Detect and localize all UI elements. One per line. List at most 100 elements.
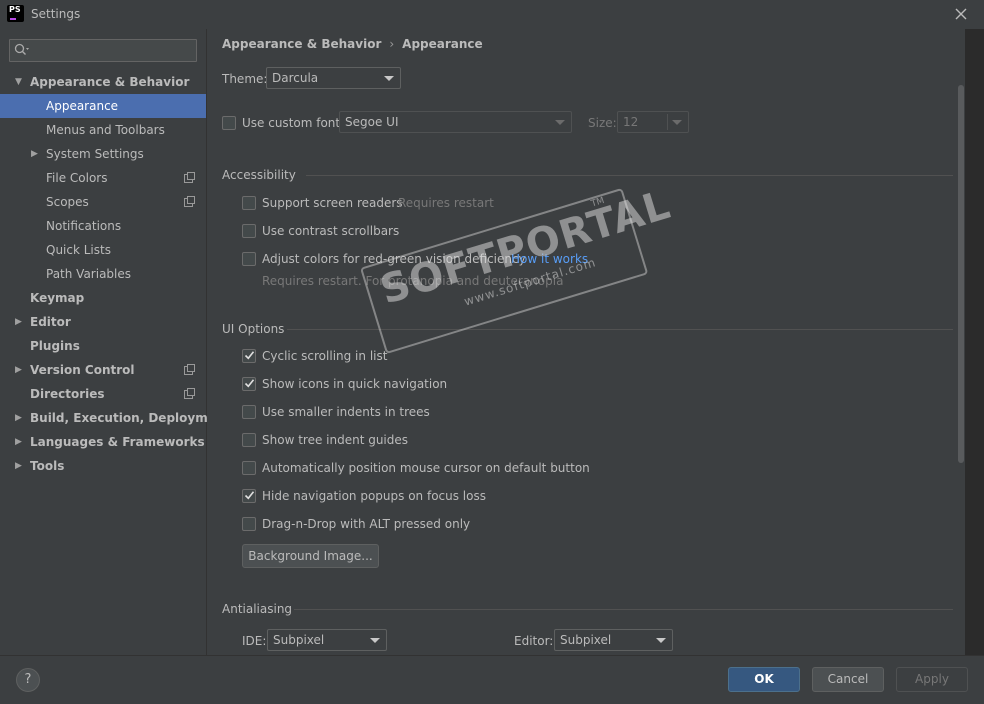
check-icon xyxy=(244,379,255,388)
chevron-down-icon xyxy=(384,76,394,81)
collapse-arrow-icon[interactable]: ▶ xyxy=(15,358,22,382)
sidebar-item[interactable]: File Colors xyxy=(0,166,206,190)
sidebar-item[interactable]: Appearance xyxy=(0,94,206,118)
sidebar-item[interactable]: ▶ Editor xyxy=(0,310,206,334)
check-icon xyxy=(244,491,255,500)
sidebar-item-label: Appearance xyxy=(46,99,119,113)
contrast-scrollbars-label[interactable]: Use contrast scrollbars xyxy=(262,224,399,238)
size-label: Size: xyxy=(588,116,617,130)
ui-option-checkbox[interactable] xyxy=(242,517,256,531)
sidebar-item-label: Scopes xyxy=(46,195,89,209)
sidebar-item[interactable]: ▼ Appearance & Behavior xyxy=(0,70,206,94)
ui-option-checkbox[interactable] xyxy=(242,489,256,503)
dialog-footer: ? OK Cancel Apply xyxy=(0,655,984,704)
collapse-arrow-icon[interactable]: ▶ xyxy=(15,406,22,430)
theme-dropdown[interactable]: Darcula xyxy=(266,67,401,89)
accessibility-section-title: Accessibility xyxy=(222,168,296,182)
sidebar-item[interactable]: Directories xyxy=(0,382,206,406)
project-scope-icon xyxy=(184,388,195,399)
ui-option-checkbox[interactable] xyxy=(242,377,256,391)
sidebar-item-label: Quick Lists xyxy=(46,243,111,257)
cancel-button[interactable]: Cancel xyxy=(812,667,884,692)
search-input[interactable] xyxy=(9,39,197,62)
ui-option-checkbox[interactable] xyxy=(242,405,256,419)
ui-option-checkbox[interactable] xyxy=(242,349,256,363)
window-title: Settings xyxy=(31,7,81,21)
sidebar-item[interactable]: Path Variables xyxy=(0,262,206,286)
project-scope-icon xyxy=(184,196,195,207)
search-icon xyxy=(14,43,30,60)
custom-font-label[interactable]: Use custom font: xyxy=(242,116,344,130)
check-icon xyxy=(244,351,255,360)
ui-option-label[interactable]: Cyclic scrolling in list xyxy=(262,349,387,363)
collapse-arrow-icon[interactable]: ▶ xyxy=(15,430,22,454)
sidebar-item-label: Directories xyxy=(30,387,105,401)
sidebar-item-label: Notifications xyxy=(46,219,122,233)
breadcrumb: Appearance & Behavior › Appearance xyxy=(222,37,483,51)
ui-option-checkbox[interactable] xyxy=(242,461,256,475)
how-it-works-link[interactable]: How it works xyxy=(511,252,588,266)
font-size-combo[interactable]: 12 xyxy=(617,111,689,133)
help-button[interactable]: ? xyxy=(16,668,40,692)
color-deficiency-label[interactable]: Adjust colors for red-green vision defic… xyxy=(262,252,526,266)
sidebar-item[interactable]: Notifications xyxy=(0,214,206,238)
ui-option-label[interactable]: Hide navigation popups on focus loss xyxy=(262,489,486,503)
editor-antialiasing-value: Subpixel xyxy=(560,633,612,647)
ui-option-checkbox[interactable] xyxy=(242,433,256,447)
project-scope-icon xyxy=(184,364,195,375)
sidebar-item[interactable]: ▶ Version Control xyxy=(0,358,206,382)
sidebar-item-label: Build, Execution, Deployment xyxy=(30,411,231,425)
sidebar-item[interactable]: ▶ Build, Execution, Deployment xyxy=(0,406,230,430)
sidebar-item[interactable]: Keymap xyxy=(0,286,206,310)
collapse-arrow-icon[interactable]: ▶ xyxy=(15,310,22,334)
sidebar-item[interactable]: Plugins xyxy=(0,334,206,358)
chevron-down-icon xyxy=(656,638,666,643)
ide-antialiasing-value: Subpixel xyxy=(273,633,325,647)
screen-readers-label[interactable]: Support screen readers xyxy=(262,196,403,210)
sidebar-item[interactable]: ▶ Tools xyxy=(0,454,206,478)
ui-option-label[interactable]: Show icons in quick navigation xyxy=(262,377,447,391)
ok-button[interactable]: OK xyxy=(728,667,800,692)
expand-arrow-icon[interactable]: ▼ xyxy=(15,70,22,94)
sidebar-item[interactable]: Menus and Toolbars xyxy=(0,118,206,142)
sidebar-item[interactable]: Scopes xyxy=(0,190,206,214)
sidebar-item[interactable]: ▶ System Settings xyxy=(0,142,206,166)
breadcrumb-current: Appearance xyxy=(402,37,483,51)
font-size-value: 12 xyxy=(623,115,639,129)
restart-note: Requires restart xyxy=(398,196,494,210)
screen-readers-checkbox[interactable] xyxy=(242,196,256,210)
sidebar-item-label: Path Variables xyxy=(46,267,132,281)
sidebar-item-label: Tools xyxy=(30,459,65,473)
font-dropdown[interactable]: Segoe UI xyxy=(339,111,572,133)
custom-font-checkbox[interactable] xyxy=(222,116,236,130)
font-value: Segoe UI xyxy=(345,115,399,129)
theme-value: Darcula xyxy=(272,71,319,85)
antialiasing-section-title: Antialiasing xyxy=(222,602,293,616)
sidebar-item[interactable]: Quick Lists xyxy=(0,238,206,262)
section-divider xyxy=(306,175,953,176)
appearance-panel: Appearance & Behavior › Appearance Theme: … xyxy=(207,29,965,655)
sidebar-item-label: Plugins xyxy=(30,339,80,353)
sidebar-item-label: Version Control xyxy=(30,363,135,377)
collapse-arrow-icon[interactable]: ▶ xyxy=(31,142,38,166)
vertical-scrollbar[interactable] xyxy=(958,85,964,463)
breadcrumb-parent: Appearance & Behavior xyxy=(222,37,382,51)
ui-option-label[interactable]: Use smaller indents in trees xyxy=(262,405,430,419)
sidebar-item-label: Editor xyxy=(30,315,71,329)
contrast-scrollbars-checkbox[interactable] xyxy=(242,224,256,238)
collapse-arrow-icon[interactable]: ▶ xyxy=(15,454,22,478)
chevron-down-icon xyxy=(555,120,565,125)
close-icon[interactable] xyxy=(950,3,972,25)
ui-option-label[interactable]: Show tree indent guides xyxy=(262,433,408,447)
ui-option-label[interactable]: Automatically position mouse cursor on d… xyxy=(262,461,590,475)
editor-antialiasing-dropdown[interactable]: Subpixel xyxy=(554,629,673,651)
apply-button[interactable]: Apply xyxy=(896,667,968,692)
ui-option-label[interactable]: Drag-n-Drop with ALT pressed only xyxy=(262,517,470,531)
settings-sidebar: ▼ Appearance & Behavior Appearance Menus an… xyxy=(0,29,230,655)
background-image-button[interactable]: Background Image... xyxy=(242,544,379,568)
ide-antialiasing-dropdown[interactable]: Subpixel xyxy=(267,629,387,651)
color-deficiency-checkbox[interactable] xyxy=(242,252,256,266)
sidebar-item-label: Appearance & Behavior xyxy=(30,75,190,89)
sidebar-item[interactable]: ▶ Languages & Frameworks xyxy=(0,430,206,454)
ui-options-section-title: UI Options xyxy=(222,322,285,336)
